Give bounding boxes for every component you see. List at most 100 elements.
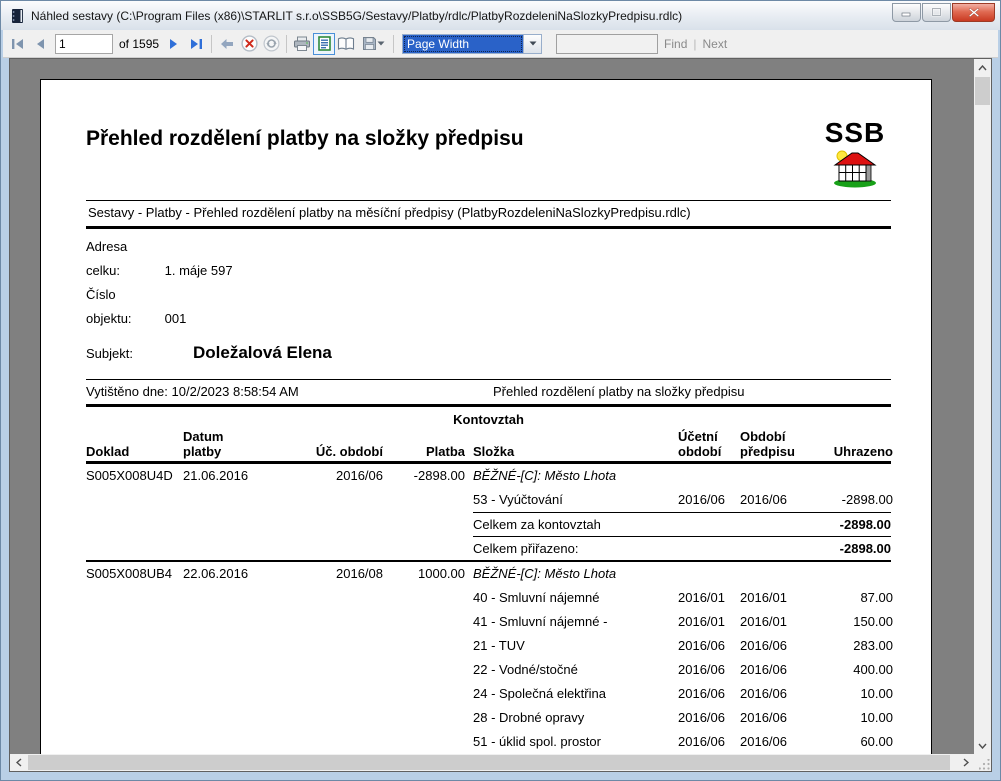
ucetni-obdobi-cell: 2016/06 xyxy=(676,730,736,754)
report-title: Přehled rozdělení platby na složky předp… xyxy=(86,126,891,152)
obdobi-predpisu-cell xyxy=(736,562,801,586)
house-icon xyxy=(830,148,880,188)
platba-cell xyxy=(383,586,465,610)
doklad-cell xyxy=(86,586,183,610)
scroll-down-button[interactable] xyxy=(974,737,991,754)
toolbar-separator xyxy=(211,35,212,53)
print-button[interactable] xyxy=(291,33,313,55)
doklad-cell xyxy=(86,682,183,706)
table-row-master: S005X008UB422.06.20162016/081000.00BĚŽNÉ… xyxy=(86,562,891,586)
find-text-input[interactable] xyxy=(556,34,658,54)
uc-obdobi-cell: 2016/06 xyxy=(271,464,383,488)
export-button[interactable] xyxy=(357,33,389,55)
window-title: Náhled sestavy (C:\Program Files (x86)\S… xyxy=(31,9,892,23)
platba-cell xyxy=(383,610,465,634)
uc-obdobi-cell xyxy=(271,730,383,754)
kontovztah-header: Kontovztah xyxy=(86,411,891,429)
maximize-button[interactable] xyxy=(922,3,951,22)
report-info: Adresa celku: 1. máje 597 Číslo objektu:… xyxy=(86,235,891,363)
doklad-cell xyxy=(86,610,183,634)
uc-obdobi-cell xyxy=(271,706,383,730)
report-toolbar: of 1595 Page W xyxy=(3,30,998,58)
ucetni-obdobi-cell: 2016/01 xyxy=(676,610,736,634)
platba-cell xyxy=(383,658,465,682)
obdobi-predpisu-cell: 2016/06 xyxy=(736,706,801,730)
report-preview-window: Náhled sestavy (C:\Program Files (x86)\S… xyxy=(0,0,1001,781)
close-button[interactable] xyxy=(952,3,995,22)
uhrazeno-cell: 150.00 xyxy=(801,610,893,634)
window-icon[interactable] xyxy=(9,8,25,24)
platba-cell: -2898.00 xyxy=(383,464,465,488)
printed-center-title: Přehled rozdělení platby na složky předp… xyxy=(493,384,744,400)
find-button[interactable]: Find xyxy=(658,37,693,51)
report-breadcrumb: Sestavy - Platby - Přehled rozdělení pla… xyxy=(86,200,891,229)
cislo-objektu-label: Číslo objektu: xyxy=(86,283,161,331)
table-body: S005X008U4D21.06.20162016/06-2898.00BĚŽN… xyxy=(86,464,891,754)
platba-cell xyxy=(383,730,465,754)
minimize-button[interactable] xyxy=(892,3,921,22)
ssb-logo-text: SSB xyxy=(819,118,891,148)
column-header: Obdobípředpisu xyxy=(736,429,801,459)
back-to-parent-button[interactable] xyxy=(216,33,238,55)
next-page-button[interactable] xyxy=(163,33,185,55)
slozka-cell: 40 - Smluvní nájemné xyxy=(465,586,676,610)
obdobi-predpisu-cell xyxy=(736,464,801,488)
uc-obdobi-cell: 2016/08 xyxy=(271,562,383,586)
previous-page-button[interactable] xyxy=(29,33,51,55)
horizontal-scrollbar[interactable] xyxy=(10,754,974,771)
vertical-scrollbar[interactable] xyxy=(974,59,991,754)
vertical-scrollbar-thumb[interactable] xyxy=(975,77,990,105)
table-row-detail: 40 - Smluvní nájemné2016/012016/0187.00 xyxy=(86,586,891,610)
zoom-select-caret[interactable] xyxy=(523,35,541,53)
resize-grip[interactable] xyxy=(974,754,991,771)
uc-obdobi-cell xyxy=(271,634,383,658)
printed-on-row: Vytištěno dne: 10/2/2023 8:58:54 AM Přeh… xyxy=(86,379,891,407)
obdobi-predpisu-cell: 2016/06 xyxy=(736,658,801,682)
cislo-objektu-value: 001 xyxy=(165,311,187,326)
refresh-button[interactable] xyxy=(260,33,282,55)
page-setup-button[interactable] xyxy=(335,33,357,55)
doklad-cell xyxy=(86,488,183,512)
find-next-button[interactable]: Next xyxy=(697,37,734,51)
uhrazeno-cell xyxy=(801,464,893,488)
datum-platby-cell: 21.06.2016 xyxy=(183,464,271,488)
column-header: Datumplatby xyxy=(183,429,271,459)
report-viewport: Přehled rozdělení platby na složky předp… xyxy=(9,58,992,772)
adresa-label: Adresa celku: xyxy=(86,235,161,283)
doklad-cell xyxy=(86,730,183,754)
scroll-left-button[interactable] xyxy=(10,754,27,771)
page-number-input[interactable] xyxy=(55,34,113,54)
last-page-button[interactable] xyxy=(185,33,207,55)
report-canvas: Přehled rozdělení platby na složky předp… xyxy=(10,59,974,754)
zoom-select[interactable]: Page Width xyxy=(402,34,542,54)
obdobi-predpisu-cell: 2016/06 xyxy=(736,488,801,512)
stop-rendering-button[interactable] xyxy=(238,33,260,55)
table-column-headers: DokladDatumplatbyÚč. obdobíPlatbaSložkaÚ… xyxy=(86,429,891,464)
subjekt-label: Subjekt: xyxy=(86,346,193,361)
column-header: Uhrazeno xyxy=(801,429,893,459)
uc-obdobi-cell xyxy=(271,610,383,634)
celkem-prirazeno-row-value: -2898.00 xyxy=(840,537,891,560)
celkem-za-kontovztah-row: Celkem za kontovztah-2898.00 xyxy=(473,512,891,536)
ucetni-obdobi-cell: 2016/06 xyxy=(676,658,736,682)
datum-platby-cell xyxy=(183,586,271,610)
table-row-detail: 22 - Vodné/stočné2016/062016/06400.00 xyxy=(86,658,891,682)
table-row-detail: 21 - TUV2016/062016/06283.00 xyxy=(86,634,891,658)
table-row-detail: 53 - Vyúčtování2016/062016/06-2898.00 xyxy=(86,488,891,512)
first-page-button[interactable] xyxy=(7,33,29,55)
ssb-logo: SSB xyxy=(819,118,891,191)
datum-platby-cell xyxy=(183,610,271,634)
scroll-right-button[interactable] xyxy=(957,754,974,771)
column-header: Doklad xyxy=(86,429,183,459)
platba-cell xyxy=(383,488,465,512)
celkem-za-kontovztah-row-value: -2898.00 xyxy=(840,513,891,536)
scroll-up-button[interactable] xyxy=(974,59,991,76)
print-layout-toggle[interactable] xyxy=(313,33,335,55)
column-header: Účetníobdobí xyxy=(676,429,736,459)
kontovztah-name-cell: BĚŽNÉ-[C]: Město Lhota xyxy=(465,464,676,488)
export-caret-icon xyxy=(377,41,385,46)
toolbar-separator xyxy=(286,35,287,53)
adresa-value: 1. máje 597 xyxy=(165,263,233,278)
printed-on-value: 10/2/2023 8:58:54 AM xyxy=(172,384,299,399)
horizontal-scrollbar-thumb[interactable] xyxy=(28,755,950,770)
